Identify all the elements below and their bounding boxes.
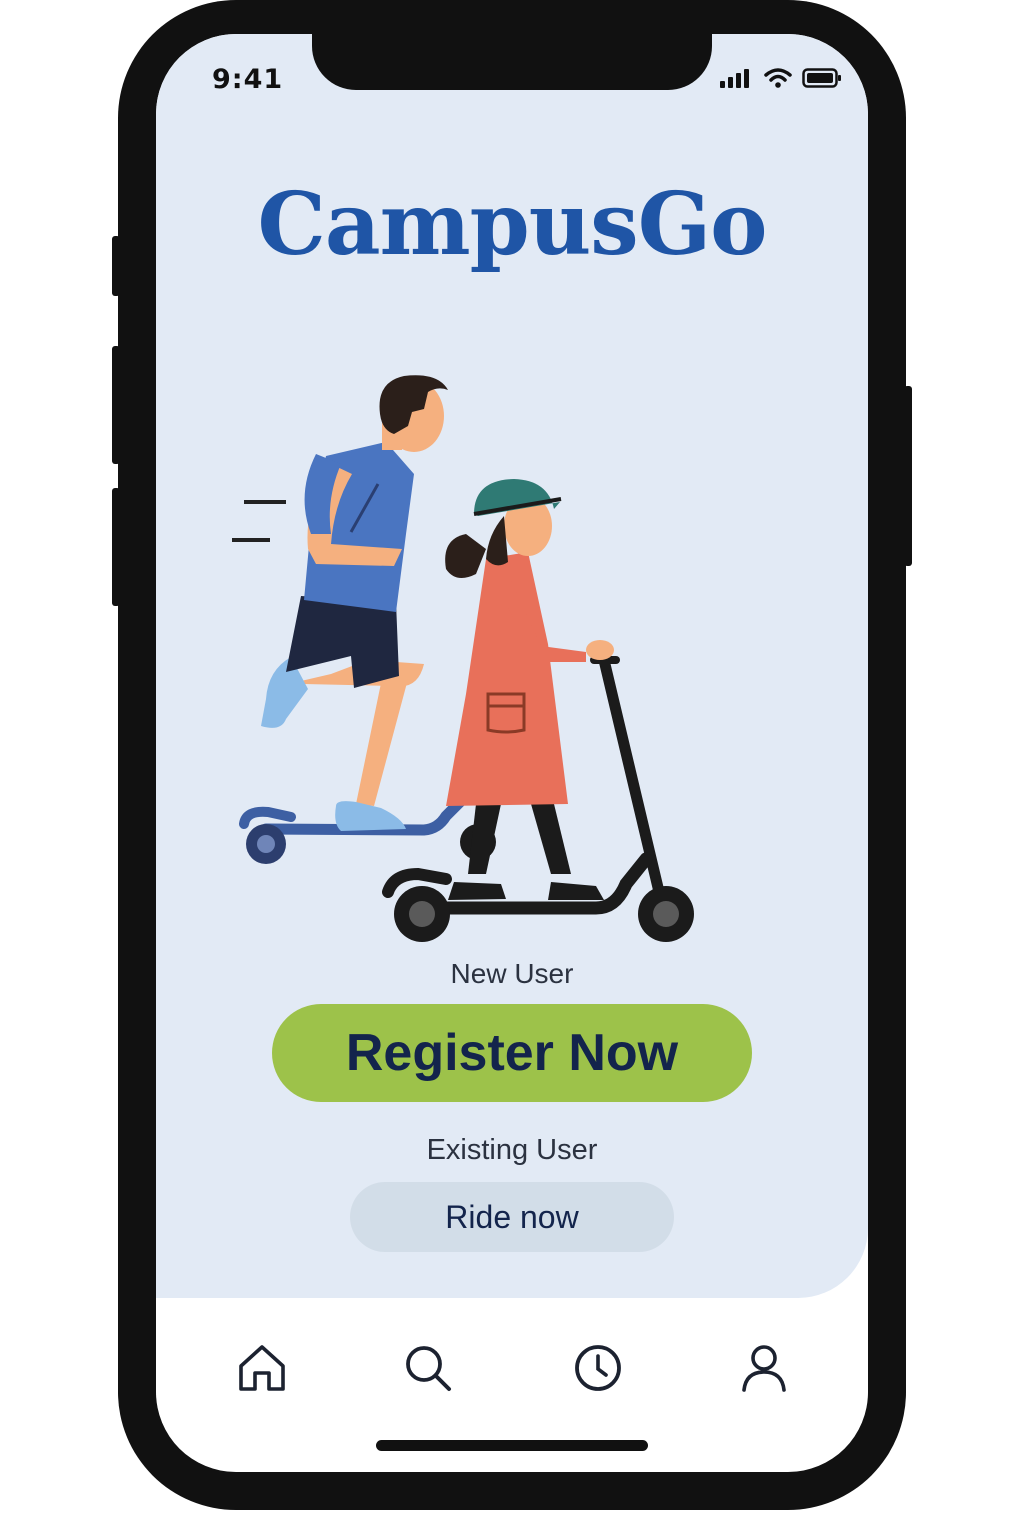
battery-icon (802, 68, 841, 88)
tab-search[interactable] (398, 1338, 458, 1398)
tab-profile[interactable] (734, 1338, 794, 1398)
phone-side-button (112, 346, 120, 464)
notch (312, 34, 712, 90)
scooter-riders-illustration (232, 375, 694, 942)
status-icons (720, 68, 842, 88)
phone-side-button (112, 488, 120, 606)
clock-icon (575, 1345, 621, 1391)
existing-user-label: Existing User (426, 1134, 598, 1166)
home-icon (239, 1345, 285, 1391)
phone-side-button (112, 236, 120, 296)
app-screen: 9:41 CampusGo New User Register Now Exis… (156, 34, 868, 1472)
app-logo: CampusGo (257, 174, 767, 275)
profile-icon (742, 1345, 786, 1392)
status-time: 9:41 (212, 64, 284, 95)
register-now-button[interactable]: Register Now (272, 1004, 752, 1102)
new-user-label: New User (450, 958, 574, 989)
home-indicator (376, 1440, 648, 1451)
ride-now-button[interactable]: Ride now (350, 1182, 674, 1252)
tab-history[interactable] (568, 1338, 628, 1398)
cellular-signal-icon (720, 69, 749, 88)
wifi-icon (764, 68, 792, 88)
tab-home[interactable] (232, 1338, 292, 1398)
search-icon (406, 1346, 451, 1391)
phone-side-button (904, 386, 912, 566)
